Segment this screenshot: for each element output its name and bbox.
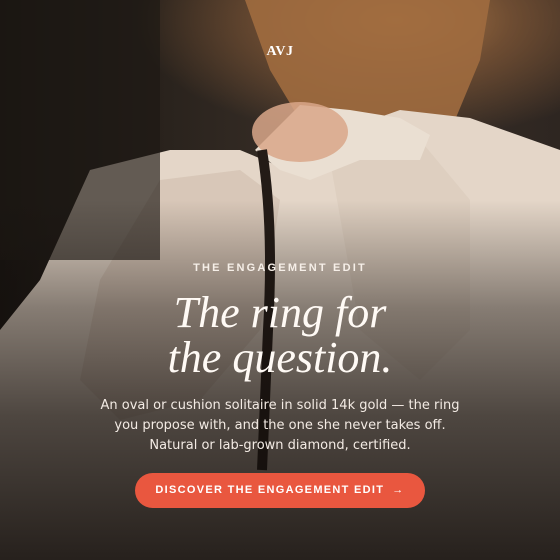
headline-line-2: the question. (167, 333, 393, 382)
description-line-2: you propose with, and the one she never … (114, 418, 446, 433)
eyebrow-label: THE ENGAGEMENT EDIT (193, 262, 367, 274)
brand-logo[interactable]: AVJ (0, 44, 560, 60)
hero-headline: The ring for the question. (0, 290, 560, 380)
description-line-3: Natural or lab-grown diamond, certified. (149, 438, 411, 453)
cta-label: DISCOVER THE ENGAGEMENT EDIT (155, 484, 385, 496)
headline-line-1: The ring for (173, 288, 387, 337)
hero-content: THE ENGAGEMENT EDIT The ring for the que… (0, 262, 560, 508)
discover-engagement-edit-button[interactable]: DISCOVER THE ENGAGEMENT EDIT → (135, 473, 425, 508)
hero-banner: AVJ THE ENGAGEMENT EDIT The ring for the… (0, 0, 560, 560)
hero-description: An oval or cushion solitaire in solid 14… (0, 396, 560, 456)
arrow-right-icon: → (392, 484, 405, 496)
description-line-1: An oval or cushion solitaire in solid 14… (100, 398, 460, 413)
